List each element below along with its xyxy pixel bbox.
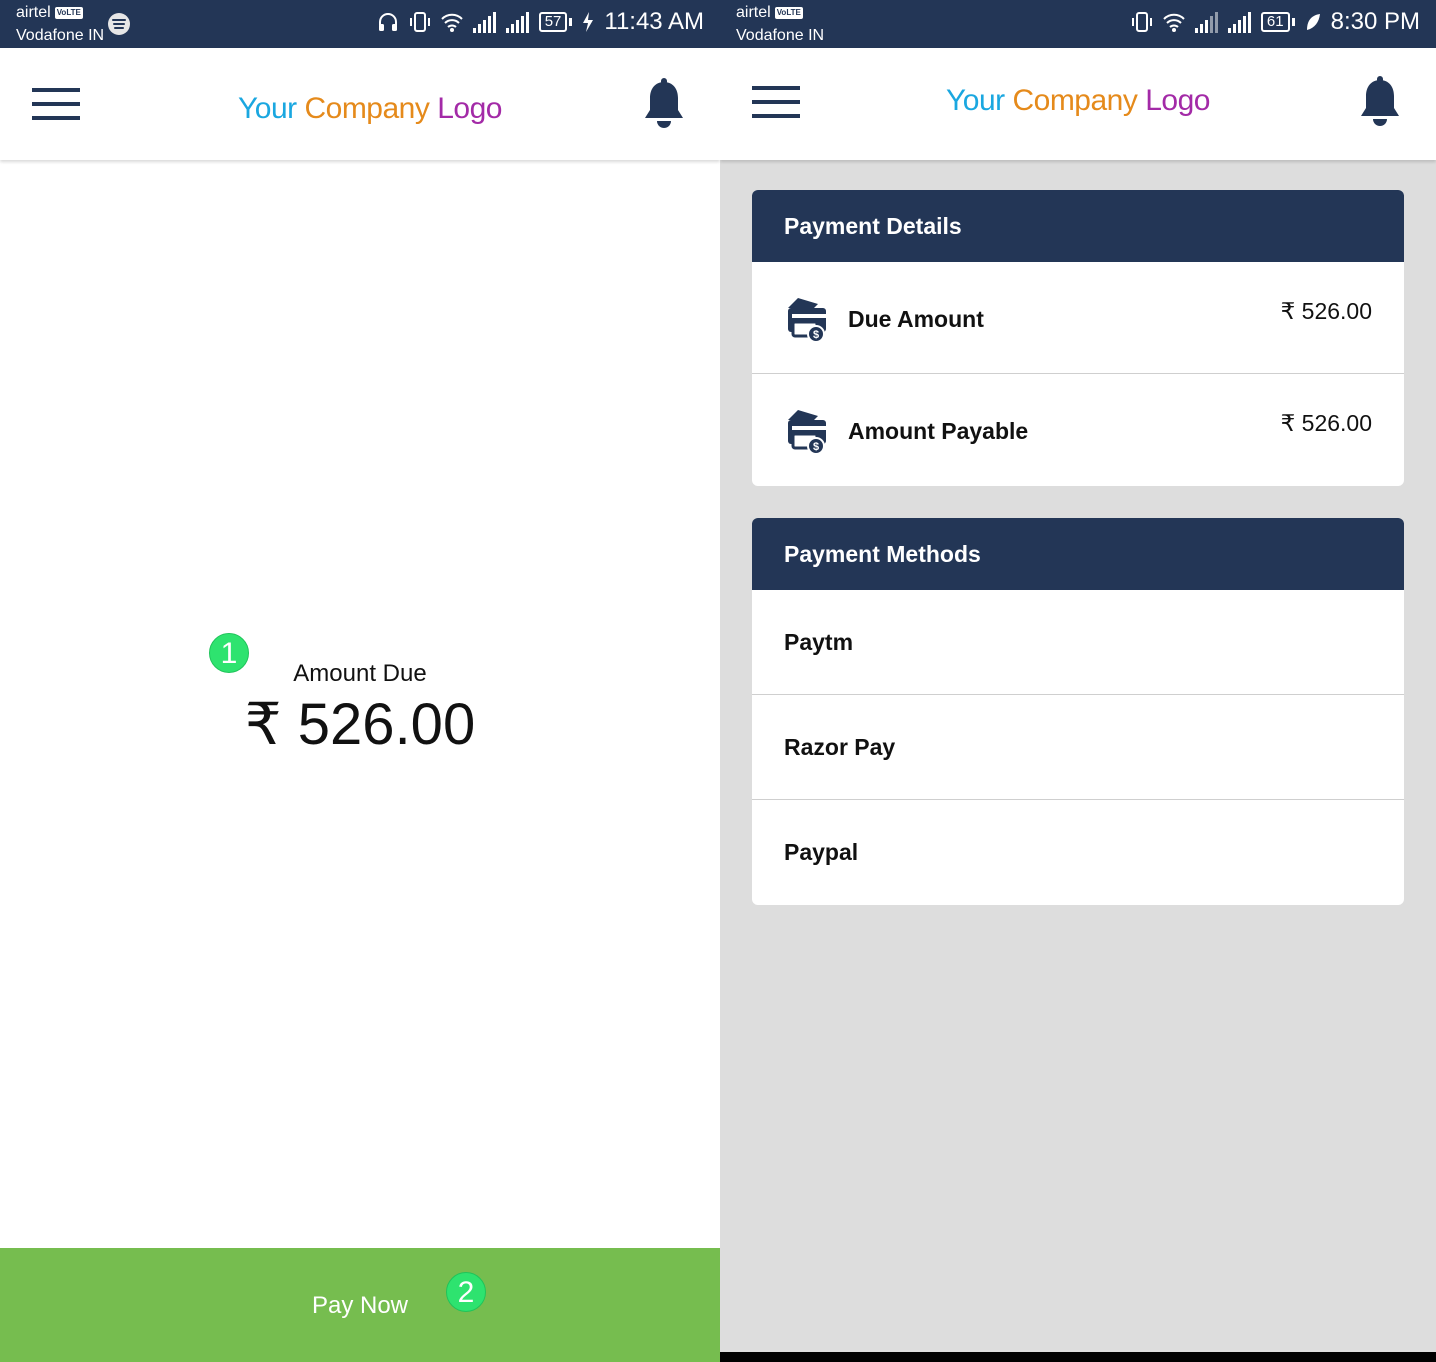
spotify-icon xyxy=(108,13,130,35)
svg-text:$: $ xyxy=(813,329,819,341)
card-payment-icon: $ xyxy=(788,410,826,454)
amount-payable-label: Amount Payable xyxy=(848,418,1029,444)
signal-icon xyxy=(472,11,496,33)
payment-methods-title: Payment Methods xyxy=(752,518,1404,590)
company-logo: Your Company Logo xyxy=(946,84,1210,118)
clock: 11:43 AM xyxy=(604,8,704,35)
pay-now-label: Pay Now xyxy=(311,1292,409,1319)
carrier-secondary: Vodafone IN xyxy=(16,27,105,44)
due-amount-label: Due Amount xyxy=(848,306,984,332)
signal-icon xyxy=(1227,11,1251,33)
carrier-secondary: Vodafone IN xyxy=(736,27,825,44)
battery-cap xyxy=(1291,18,1295,26)
signal-icon xyxy=(505,11,529,33)
logo-word-company: Company xyxy=(304,92,430,125)
payment-method-paytm[interactable]: Paytm xyxy=(752,590,1404,695)
bell-icon[interactable] xyxy=(1358,76,1402,128)
status-bar: airtel VoLTE Vodafone IN 57 11:43 AM xyxy=(0,0,720,48)
carrier-primary-label: airtel xyxy=(16,4,51,21)
headset-icon xyxy=(378,13,397,31)
battery-cap xyxy=(569,18,573,26)
carrier-primary-label: airtel xyxy=(736,4,771,21)
payment-details-card: Payment Details $ Due Amount ₹ 526.00 $ xyxy=(752,190,1404,486)
wifi-icon xyxy=(1163,13,1185,32)
logo-word-company: Company xyxy=(1012,84,1138,117)
payment-details-title: Payment Details xyxy=(752,190,1404,262)
vibrate-icon xyxy=(1131,12,1152,32)
charging-icon xyxy=(583,12,594,32)
signal-icon xyxy=(1194,11,1218,33)
logo-word-your: Your xyxy=(946,84,1005,117)
pay-now-button[interactable]: Pay Now 2 xyxy=(0,1248,720,1362)
company-logo: Your Company Logo xyxy=(238,92,502,126)
status-icons: 57 11:43 AM xyxy=(377,8,704,36)
volte-badge: VoLTE xyxy=(774,7,803,19)
menu-icon[interactable] xyxy=(752,86,800,120)
status-icons: 61 8:30 PM xyxy=(1131,8,1420,36)
payment-method-razorpay[interactable]: Razor Pay xyxy=(752,695,1404,800)
bottom-strip xyxy=(720,1352,1436,1362)
vibrate-icon xyxy=(409,12,430,32)
app-bar: Your Company Logo xyxy=(720,48,1436,160)
card-payment-icon: $ xyxy=(788,298,826,342)
detail-row-amount-payable: $ Amount Payable ₹ 526.00 xyxy=(752,374,1404,486)
annotation-marker-2: 2 xyxy=(446,1272,486,1312)
menu-icon[interactable] xyxy=(32,88,80,122)
carrier-primary: airtel VoLTE xyxy=(736,4,803,22)
payment-methods-card: Payment Methods Paytm Razor Pay Paypal xyxy=(752,518,1404,905)
clock: 8:30 PM xyxy=(1330,8,1420,35)
payment-screen: airtel VoLTE Vodafone IN 61 8:30 PM Your… xyxy=(720,0,1436,1352)
battery-level: 57 xyxy=(538,12,568,32)
carrier-primary: airtel VoLTE xyxy=(16,4,83,22)
bell-icon[interactable] xyxy=(642,78,686,130)
leaf-icon xyxy=(1306,14,1320,30)
logo-word-logo: Logo xyxy=(437,92,502,125)
app-bar: Your Company Logo xyxy=(0,48,720,160)
svg-text:$: $ xyxy=(813,441,819,453)
wifi-icon xyxy=(440,13,463,32)
status-bar: airtel VoLTE Vodafone IN 61 8:30 PM xyxy=(720,0,1436,48)
amount-payable-value: ₹ 526.00 xyxy=(1280,410,1372,436)
amount-due-value: ₹ 526.00 xyxy=(244,692,476,757)
payment-method-paypal[interactable]: Paypal xyxy=(752,800,1404,905)
amount-due-screen: airtel VoLTE Vodafone IN 57 11:43 AM You… xyxy=(0,0,720,1362)
volte-badge: VoLTE xyxy=(54,7,83,19)
logo-word-logo: Logo xyxy=(1145,84,1210,117)
amount-due-label: Amount Due xyxy=(293,660,427,687)
due-amount-value: ₹ 526.00 xyxy=(1280,298,1372,324)
logo-word-your: Your xyxy=(238,92,297,125)
detail-row-due-amount: $ Due Amount ₹ 526.00 xyxy=(752,262,1404,374)
battery-level: 61 xyxy=(1260,12,1290,32)
